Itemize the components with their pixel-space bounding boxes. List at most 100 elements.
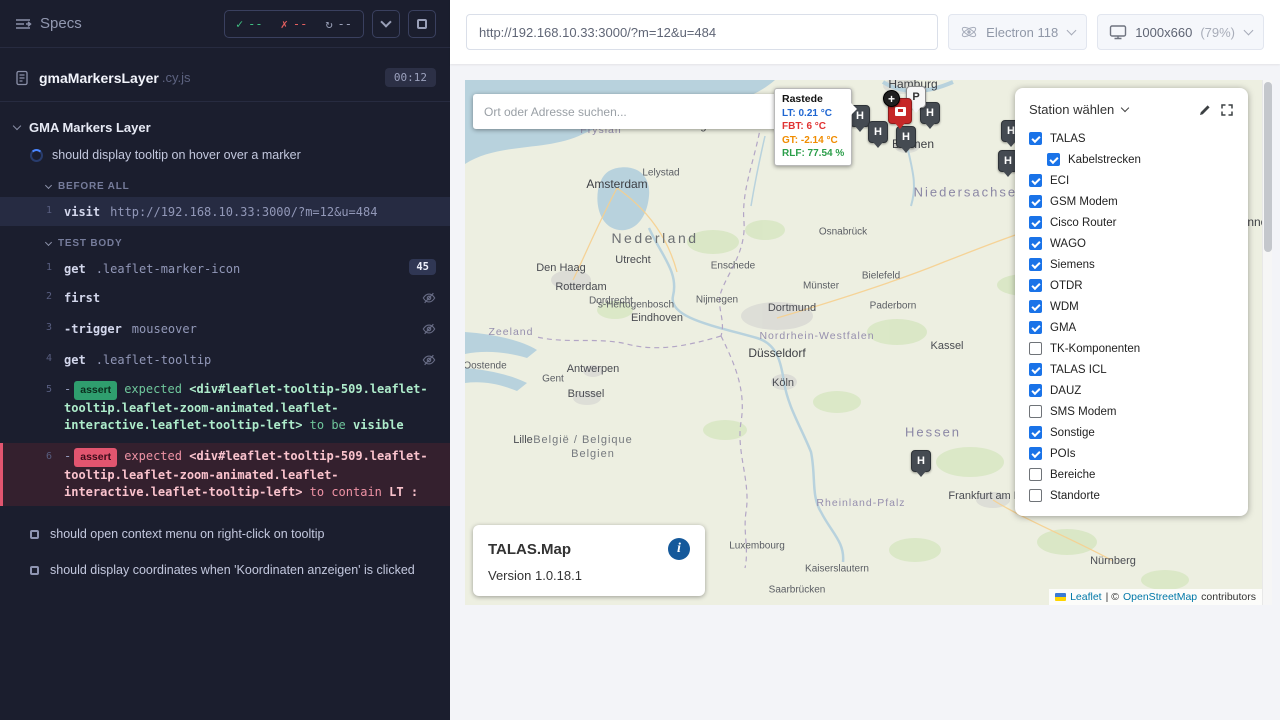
command-number: 6 <box>30 448 52 466</box>
chevron-down-icon <box>1244 26 1254 36</box>
checkbox-item[interactable]: POIs <box>1027 443 1236 464</box>
map-attribution: Leaflet | © OpenStreetMap contributors <box>1049 589 1262 605</box>
element-count-badge: 45 <box>409 259 436 275</box>
checkbox[interactable] <box>1029 174 1042 187</box>
checkbox-item[interactable]: Cisco Router <box>1027 212 1236 233</box>
collapse-all-button[interactable] <box>372 10 400 38</box>
checkbox-label: POIs <box>1050 448 1076 460</box>
station-marker[interactable]: H <box>896 126 916 148</box>
stat-restart: ↻-- <box>316 17 361 31</box>
url-bar[interactable]: http://192.168.10.33:3000/?m=12&u=484 <box>466 14 938 50</box>
checkbox-item[interactable]: WDM <box>1027 296 1236 317</box>
checkbox[interactable] <box>1029 468 1042 481</box>
eye-slash-icon <box>422 321 436 340</box>
checkbox-item[interactable]: GSM Modem <box>1027 191 1236 212</box>
command-row[interactable]: 1visithttp://192.168.10.33:3000/?m=12&u=… <box>0 197 450 226</box>
assert-badge: assert <box>74 381 117 400</box>
chevron-down-icon <box>380 16 391 27</box>
pending-test-row[interactable]: should open context menu on right-click … <box>0 516 450 552</box>
checkbox-item[interactable]: Siemens <box>1027 254 1236 275</box>
active-test-row[interactable]: should display tooltip on hover over a m… <box>0 141 450 169</box>
checkbox-item[interactable]: Sonstige <box>1027 422 1236 443</box>
checkbox[interactable] <box>1029 405 1042 418</box>
child-command-dash: - <box>64 382 71 396</box>
checkbox-item[interactable]: TALAS ICL <box>1027 359 1236 380</box>
chevron-down-icon[interactable] <box>1121 103 1129 111</box>
assert-command-row[interactable]: 5-assertexpected <div#leaflet-tooltip-50… <box>0 376 450 439</box>
checkbox-item[interactable]: GMA <box>1027 317 1236 338</box>
scrollbar-thumb[interactable] <box>1264 82 1272 252</box>
command-args: http://192.168.10.33:3000/?m=12&u=484 <box>110 205 377 219</box>
checkbox-item[interactable]: SMS Modem <box>1027 401 1236 422</box>
checkbox[interactable] <box>1029 426 1042 439</box>
leaflet-link[interactable]: Leaflet <box>1070 591 1102 603</box>
browser-name: Electron 118 <box>986 25 1058 40</box>
checkbox[interactable] <box>1029 216 1042 229</box>
checkbox[interactable] <box>1029 279 1042 292</box>
test-body-header[interactable]: TEST BODY <box>0 226 450 254</box>
checkbox[interactable] <box>1029 132 1042 145</box>
checkbox-item[interactable]: DAUZ <box>1027 380 1236 401</box>
reporter-header: Specs ✓--✗--↻-- <box>0 0 450 48</box>
command-method: -trigger <box>64 322 122 336</box>
search-input[interactable] <box>473 105 779 119</box>
checkbox[interactable] <box>1029 489 1042 502</box>
command-method: get <box>64 353 86 367</box>
stop-button[interactable] <box>408 10 436 38</box>
specs-title[interactable]: Specs <box>40 15 82 32</box>
checkbox-label: TALAS ICL <box>1050 364 1107 376</box>
spec-name[interactable]: gmaMarkersLayer <box>39 70 159 86</box>
viewport-zoom: (79%) <box>1200 25 1235 40</box>
command-row[interactable]: 2first <box>0 283 450 314</box>
info-icon[interactable] <box>668 538 690 560</box>
checkbox[interactable] <box>1029 237 1042 250</box>
station-marker[interactable]: H <box>911 450 931 472</box>
assert-command-row[interactable]: 6-assertexpected <div#leaflet-tooltip-50… <box>0 443 450 506</box>
checkbox-item[interactable]: Kabelstrecken <box>1027 149 1236 170</box>
cross-icon: ✗ <box>281 17 288 31</box>
checkbox[interactable] <box>1029 321 1042 334</box>
spec-file-icon <box>14 70 30 86</box>
command-args: mouseover <box>132 322 197 336</box>
suite-title-row[interactable]: GMA Markers Layer <box>0 110 450 141</box>
checkbox-item[interactable]: WAGO <box>1027 233 1236 254</box>
command-method: visit <box>64 205 100 219</box>
checkbox-item[interactable]: Standorte <box>1027 485 1236 506</box>
edit-icon[interactable] <box>1198 103 1212 117</box>
checkbox[interactable] <box>1029 195 1042 208</box>
app-title: TALAS.Map <box>488 541 571 558</box>
checkbox-item[interactable]: TK-Komponenten <box>1027 338 1236 359</box>
command-row[interactable]: 4get.leaflet-tooltip <box>0 345 450 376</box>
checkbox-item[interactable]: TALAS <box>1027 128 1236 149</box>
station-marker[interactable]: + <box>883 90 900 107</box>
expand-icon[interactable] <box>1220 103 1234 117</box>
checkbox-item[interactable]: ECI <box>1027 170 1236 191</box>
browser-selector[interactable]: Electron 118 <box>948 14 1087 50</box>
leaflet-map[interactable]: HamburgBremenGroningenFryslânOsnabrückNi… <box>465 80 1262 605</box>
checkbox[interactable] <box>1047 153 1060 166</box>
checkbox[interactable] <box>1029 447 1042 460</box>
checkbox[interactable] <box>1029 300 1042 313</box>
checkbox[interactable] <box>1029 384 1042 397</box>
specs-menu-icon[interactable] <box>14 15 32 33</box>
checkbox-label: Cisco Router <box>1050 217 1116 229</box>
tooltip-title: Rastede <box>782 93 844 107</box>
checkbox[interactable] <box>1029 342 1042 355</box>
checkbox-item[interactable]: OTDR <box>1027 275 1236 296</box>
pending-test-row[interactable]: should display coordinates when 'Koordin… <box>0 552 450 588</box>
command-row[interactable]: 1get.leaflet-marker-icon45 <box>0 254 450 283</box>
active-test-title: should display tooltip on hover over a m… <box>52 148 301 162</box>
running-spinner-icon <box>30 149 43 162</box>
checkbox-item[interactable]: Bereiche <box>1027 464 1236 485</box>
station-panel-title[interactable]: Station wählen <box>1029 102 1114 117</box>
checkbox[interactable] <box>1029 363 1042 376</box>
command-row[interactable]: 3-triggermouseover <box>0 314 450 345</box>
before-all-header[interactable]: BEFORE ALL <box>0 169 450 197</box>
osm-link[interactable]: OpenStreetMap <box>1123 591 1197 603</box>
viewport-selector[interactable]: 1000x660 (79%) <box>1097 14 1264 50</box>
pending-test-title: should open context menu on right-click … <box>50 527 324 541</box>
checkbox-label: Standorte <box>1050 490 1100 502</box>
checkbox[interactable] <box>1029 258 1042 271</box>
stop-icon <box>417 19 427 29</box>
station-marker[interactable]: H <box>868 121 888 143</box>
